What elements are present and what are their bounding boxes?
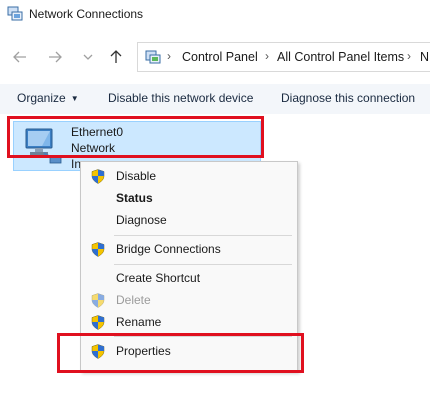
navigation-bar: › Control Panel › All Control Panel Item… <box>0 40 430 74</box>
network-connections-icon <box>7 6 23 21</box>
organize-button[interactable]: Organize ▼ <box>17 91 79 105</box>
menu-item-label: Status <box>116 191 153 205</box>
breadcrumb-all-control-panel-items[interactable]: All Control Panel Items <box>277 50 404 64</box>
menu-item-label: Rename <box>116 315 162 329</box>
shield-icon <box>91 169 105 184</box>
menu-item-diagnose[interactable]: Diagnose <box>81 209 297 231</box>
command-bar: Organize ▼ Disable this network device Di… <box>0 84 430 114</box>
menu-item-status[interactable]: Status <box>81 187 297 209</box>
menu-item-label: Create Shortcut <box>116 271 201 285</box>
breadcrumb-separator-icon: › <box>265 49 269 63</box>
menu-item-label: Bridge Connections <box>116 242 221 256</box>
diagnose-connection-button[interactable]: Diagnose this connection <box>281 91 415 105</box>
menu-separator <box>114 235 292 236</box>
organize-label: Organize <box>17 91 66 105</box>
menu-separator <box>114 264 292 265</box>
window-title: Network Connections <box>29 7 144 21</box>
back-arrow-icon[interactable] <box>8 45 32 69</box>
menu-item-create-shortcut[interactable]: Create Shortcut <box>81 267 297 289</box>
menu-item-bridge-connections[interactable]: Bridge Connections <box>81 238 297 260</box>
menu-item-delete: Delete <box>81 289 297 311</box>
title-bar: Network Connections <box>0 0 430 30</box>
menu-item-label: Disable <box>116 169 157 183</box>
menu-item-disable[interactable]: Disable <box>81 165 297 187</box>
menu-item-rename[interactable]: Rename <box>81 311 297 333</box>
forward-arrow-icon[interactable] <box>43 45 67 69</box>
recent-locations-chevron-icon[interactable] <box>76 45 100 69</box>
address-bar[interactable]: › Control Panel › All Control Panel Item… <box>137 42 430 72</box>
shield-icon <box>91 315 105 330</box>
menu-item-label: Diagnose <box>116 213 167 227</box>
menu-item-label: Delete <box>116 293 151 307</box>
chevron-down-icon: ▼ <box>70 94 79 103</box>
breadcrumb-separator-icon: › <box>167 49 171 63</box>
up-arrow-icon[interactable] <box>104 45 128 69</box>
breadcrumb-control-panel[interactable]: Control Panel <box>182 50 258 64</box>
annotation-highlight-properties <box>57 333 304 373</box>
shield-icon <box>91 293 105 308</box>
annotation-highlight-ethernet <box>7 116 264 158</box>
shield-icon <box>91 242 105 257</box>
network-connections-window: Network Connections › Control Panel › Al… <box>0 0 430 413</box>
control-panel-icon <box>145 50 161 64</box>
breadcrumb-separator-icon: › <box>407 49 411 63</box>
breadcrumb-network-connections[interactable]: N <box>420 50 429 64</box>
disable-device-button[interactable]: Disable this network device <box>108 91 253 105</box>
